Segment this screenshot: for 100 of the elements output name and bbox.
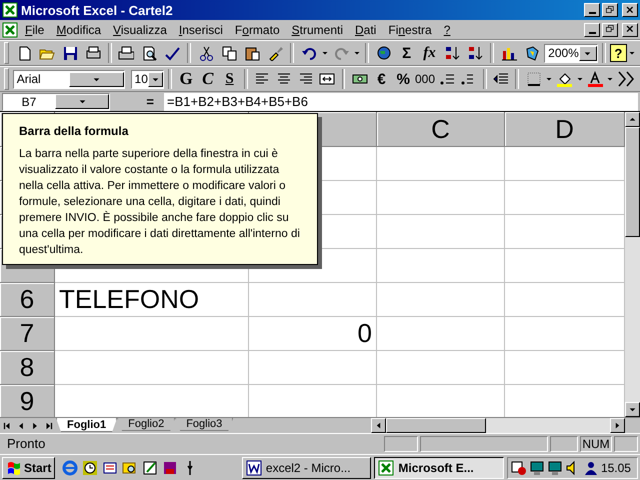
row-header[interactable]: 9 xyxy=(0,385,55,417)
zoom-field[interactable]: 200% xyxy=(544,44,598,62)
last-sheet-icon[interactable] xyxy=(44,420,54,430)
close-button[interactable] xyxy=(622,3,638,17)
user-icon[interactable] xyxy=(582,460,599,476)
row-header[interactable]: 6 xyxy=(0,283,55,317)
formula-field[interactable]: =B1+B2+B3+B4+B5+B6 xyxy=(164,92,638,110)
status-panel xyxy=(614,436,638,452)
undo-icon xyxy=(300,45,317,61)
redo-icon xyxy=(332,45,349,61)
spelling-icon xyxy=(164,45,180,61)
menu-item[interactable]: File xyxy=(20,22,50,38)
percent-button[interactable]: % xyxy=(392,68,414,90)
minimize-button[interactable] xyxy=(584,3,600,17)
menu-item[interactable]: Formato xyxy=(230,22,285,38)
tooltip-title: Barra della formula xyxy=(19,124,130,138)
help-button[interactable]: ? xyxy=(610,44,627,62)
column-header[interactable]: C xyxy=(377,112,505,147)
caret-icon xyxy=(628,49,636,57)
function-button[interactable]: fx xyxy=(418,42,440,64)
restore-button[interactable] xyxy=(602,3,618,17)
scroll-left-icon xyxy=(374,421,383,430)
spreadsheet-icon xyxy=(378,460,394,476)
print-icon xyxy=(118,45,134,61)
fill-color-icon xyxy=(556,71,572,87)
document-icon xyxy=(246,460,262,476)
paste-icon xyxy=(244,45,260,61)
borders-icon xyxy=(526,71,542,87)
sheet-tab[interactable]: Foglio1 xyxy=(56,418,118,432)
menu-item[interactable]: Modifica xyxy=(51,22,106,38)
vertical-scrollbar[interactable] xyxy=(625,112,640,417)
sort-descending-icon xyxy=(467,45,484,61)
row-header[interactable]: 8 xyxy=(0,351,55,385)
status-text: Pronto xyxy=(6,436,46,451)
clock-text: 15.05 xyxy=(600,460,632,474)
start-button[interactable]: Start xyxy=(2,456,56,478)
minimize-icon xyxy=(588,12,596,14)
caret-icon xyxy=(320,49,329,57)
equals-sign[interactable]: = xyxy=(114,94,160,109)
menu-item[interactable]: Inserisci xyxy=(174,22,228,38)
font-color-icon xyxy=(587,71,603,87)
taskbar-button[interactable]: Microsoft E... xyxy=(374,456,504,478)
save-icon xyxy=(62,45,78,61)
status-indicator: NUM xyxy=(582,436,610,450)
caret-icon xyxy=(606,75,614,83)
caret-icon xyxy=(576,75,584,83)
column-header[interactable]: D xyxy=(505,112,625,147)
underline-button[interactable]: S xyxy=(219,68,240,90)
bold-button[interactable]: G xyxy=(176,68,196,90)
merge-center-icon xyxy=(319,71,336,87)
menu-item[interactable]: Finestra xyxy=(383,22,437,38)
window-title: Microsoft Excel - Cartel2 xyxy=(21,2,174,18)
row-header[interactable]: 7 xyxy=(0,317,55,351)
sort-ascending-icon xyxy=(444,45,460,61)
table-cell: 0 xyxy=(249,317,377,351)
close-button[interactable] xyxy=(622,22,638,36)
name-box[interactable]: B7 xyxy=(2,92,110,110)
restore-icon xyxy=(604,24,616,35)
euro-button[interactable]: € xyxy=(371,68,392,90)
mail-icon xyxy=(84,45,101,61)
restore-icon xyxy=(604,4,616,16)
notepad-icon[interactable] xyxy=(142,460,158,476)
spreadsheet-icon xyxy=(2,2,18,18)
caret-icon xyxy=(352,49,361,57)
monitor-icon[interactable] xyxy=(528,460,545,476)
format-painter-icon xyxy=(267,45,284,61)
menu-item[interactable]: ? xyxy=(438,22,456,38)
chart-icon xyxy=(501,45,518,61)
restore-button[interactable] xyxy=(602,22,618,36)
windows-logo-icon xyxy=(6,460,22,476)
folder-search-icon[interactable] xyxy=(122,460,138,476)
hyperlink-icon xyxy=(376,45,392,61)
thousands-button[interactable]: 000 xyxy=(414,68,436,90)
sheet-tab[interactable]: Foglio3 xyxy=(175,418,234,431)
status-panel xyxy=(384,436,418,452)
window-icon[interactable] xyxy=(102,460,118,476)
font-field[interactable]: Arial xyxy=(12,70,125,88)
status-panel xyxy=(550,436,578,452)
menu-item[interactable]: Strumenti xyxy=(286,22,348,38)
clock-icon[interactable] xyxy=(82,460,98,476)
autosum-button[interactable]: Σ xyxy=(396,42,418,64)
menu-item[interactable]: Dati xyxy=(350,22,382,38)
taskbar-button[interactable]: excel2 - Micro... xyxy=(242,456,372,478)
first-sheet-icon[interactable] xyxy=(2,420,12,430)
scheduler-icon[interactable] xyxy=(510,460,527,476)
close-icon xyxy=(624,4,636,16)
close-icon xyxy=(624,24,636,35)
italic-button[interactable]: C xyxy=(197,68,218,90)
sheet-tab[interactable]: Foglio2 xyxy=(117,418,176,431)
caret-icon xyxy=(544,75,553,83)
workbook-icon[interactable] xyxy=(2,22,18,38)
scroll-right-icon xyxy=(613,421,622,430)
copy-icon xyxy=(221,45,238,61)
menu-item[interactable]: Visualizza xyxy=(108,22,172,38)
horizontal-scrollbar[interactable] xyxy=(371,418,625,433)
minimize-button[interactable] xyxy=(584,22,600,36)
more-icons-button xyxy=(618,71,634,87)
preview-icon xyxy=(141,45,158,61)
cut-icon xyxy=(198,45,214,61)
size-field[interactable]: 10 xyxy=(130,70,164,88)
